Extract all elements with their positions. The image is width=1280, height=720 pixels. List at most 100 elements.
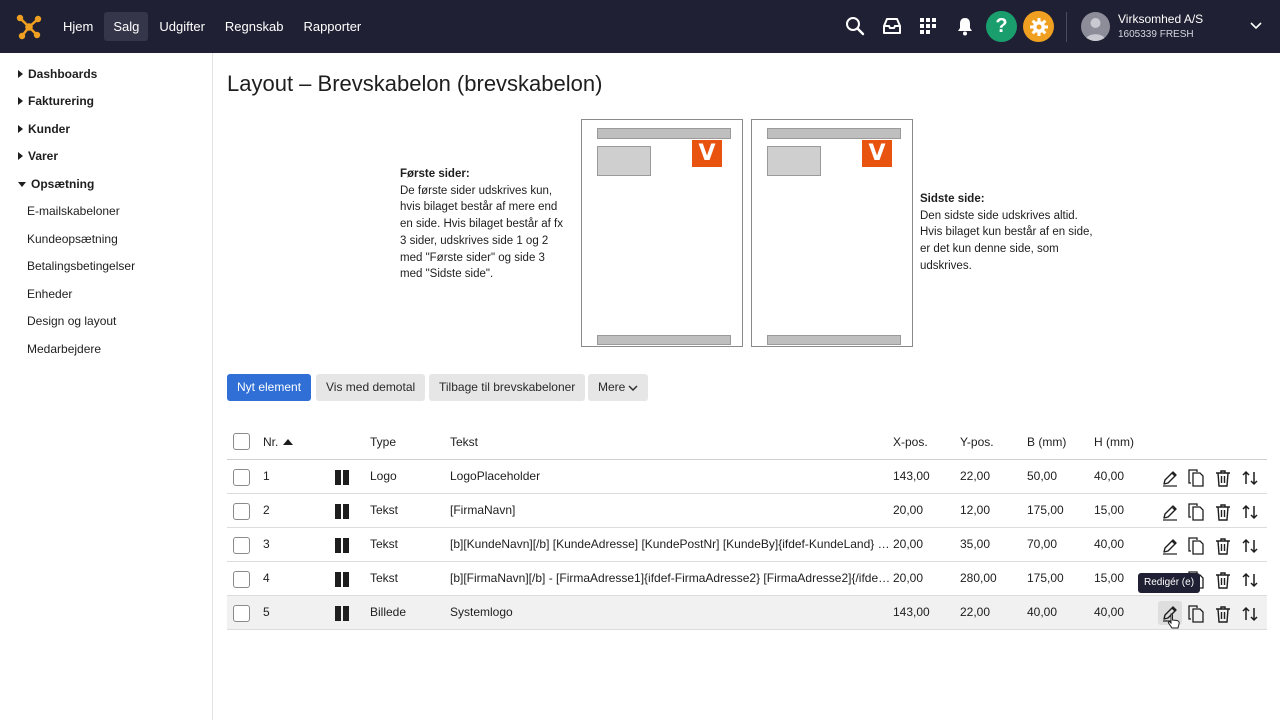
cell-height: 15,00 [1094, 503, 1125, 517]
copy-icon[interactable] [1186, 468, 1206, 488]
company-name[interactable]: Virksomhed A/S [1118, 12, 1203, 26]
move-icon[interactable] [1240, 468, 1260, 488]
preview-address-block [597, 146, 651, 176]
cell-nr: 1 [263, 469, 270, 483]
inbox-icon[interactable] [878, 12, 906, 40]
sidebar-group-varer[interactable]: Varer [18, 149, 58, 163]
copy-icon[interactable] [1186, 536, 1206, 556]
nav-hjem[interactable]: Hjem [54, 12, 102, 41]
sidebar-group-opsaetning[interactable]: Opsætning [18, 177, 94, 191]
trash-icon[interactable] [1213, 570, 1233, 590]
move-icon[interactable] [1240, 570, 1260, 590]
bell-icon[interactable] [951, 12, 979, 40]
sidebar-item-medarbejdere[interactable]: Medarbejdere [27, 342, 101, 356]
topbar-divider [1066, 12, 1067, 42]
back-to-templates-button[interactable]: Tilbage til brevskabeloner [429, 374, 586, 401]
pencil-icon[interactable] [1160, 536, 1180, 556]
column-nr[interactable]: Nr. [263, 435, 294, 449]
show-demo-button[interactable]: Vis med demotal [316, 374, 426, 401]
table-row[interactable]: 5 Billede Systemlogo 143,00 22,00 40,00 … [227, 596, 1267, 630]
sidebar-group-label: Dashboards [28, 67, 98, 81]
preview-footer-block [597, 335, 731, 345]
sidebar-group-dashboards[interactable]: Dashboards [18, 67, 97, 81]
nav-salg[interactable]: Salg [104, 12, 149, 41]
table-header: Nr. Type Tekst X-pos. Y-pos. B (mm) H (m… [227, 425, 1267, 460]
cell-y-pos: 22,00 [960, 469, 991, 483]
table-row[interactable]: 1 Logo LogoPlaceholder 143,00 22,00 50,0… [227, 460, 1267, 494]
column-x-pos[interactable]: X-pos. [893, 435, 928, 449]
pencil-icon[interactable] [1160, 468, 1180, 488]
cell-nr: 2 [263, 503, 270, 517]
search-icon[interactable] [841, 12, 869, 40]
cell-type: Tekst [370, 537, 399, 551]
last-page-title: Sidste side: [920, 193, 985, 205]
caret-right-icon [18, 125, 23, 133]
nav-rapporter[interactable]: Rapporter [294, 12, 370, 41]
nav-regnskab[interactable]: Regnskab [216, 12, 293, 41]
sidebar-item-enheder[interactable]: Enheder [27, 287, 72, 301]
nav-udgifter[interactable]: Udgifter [150, 12, 214, 41]
cell-text: [FirmaNavn] [450, 503, 516, 517]
row-checkbox[interactable] [233, 605, 250, 622]
move-icon[interactable] [1240, 536, 1260, 556]
trash-icon[interactable] [1213, 536, 1233, 556]
column-height[interactable]: H (mm) [1094, 435, 1134, 449]
avatar[interactable] [1081, 12, 1110, 41]
column-y-pos[interactable]: Y-pos. [960, 435, 994, 449]
cell-y-pos: 22,00 [960, 605, 991, 619]
drag-handle-icon[interactable] [335, 572, 351, 587]
more-button[interactable]: Mere [588, 374, 649, 401]
row-checkbox[interactable] [233, 537, 250, 554]
drag-handle-icon[interactable] [335, 470, 351, 485]
copy-icon[interactable] [1186, 604, 1206, 624]
row-checkbox[interactable] [233, 571, 250, 588]
sidebar-item-kundeopsaetning[interactable]: Kundeopsætning [27, 232, 118, 246]
cell-type: Tekst [370, 503, 399, 517]
column-text[interactable]: Tekst [450, 435, 478, 449]
preview-address-block [767, 146, 821, 176]
cell-text: LogoPlaceholder [450, 469, 541, 483]
move-icon[interactable] [1240, 502, 1260, 522]
column-nr-label: Nr. [263, 435, 279, 449]
pencil-icon[interactable] [1160, 502, 1180, 522]
sidebar-group-label: Kunder [28, 122, 70, 136]
cell-width: 175,00 [1027, 571, 1064, 585]
sidebar-item-e-mailskabeloner[interactable]: E-mailskabeloner [27, 204, 120, 218]
help-button[interactable]: ? [986, 11, 1017, 42]
cell-nr: 3 [263, 537, 270, 551]
first-pages-preview[interactable]: V [581, 119, 743, 347]
row-checkbox[interactable] [233, 469, 250, 486]
app-logo-icon[interactable] [16, 14, 42, 40]
sidebar-group-fakturering[interactable]: Fakturering [18, 94, 94, 108]
gear-icon [1029, 17, 1048, 36]
sidebar-item-design-og-layout[interactable]: Design og layout [27, 314, 116, 328]
first-pages-text: De første sider udskrives kun, hvis bila… [400, 184, 563, 281]
main-nav: Hjem Salg Udgifter Regnskab Rapporter [54, 12, 370, 41]
select-all-checkbox[interactable] [233, 433, 250, 450]
table-row[interactable]: 2 Tekst [FirmaNavn] 20,00 12,00 175,00 1… [227, 494, 1267, 528]
move-icon[interactable] [1240, 604, 1260, 624]
sidebar-group-kunder[interactable]: Kunder [18, 122, 70, 136]
trash-icon[interactable] [1213, 604, 1233, 624]
sidebar-item-betalingsbetingelser[interactable]: Betalingsbetingelser [27, 259, 135, 273]
new-element-button[interactable]: Nyt element [227, 374, 312, 401]
copy-icon[interactable] [1186, 502, 1206, 522]
trash-icon[interactable] [1213, 468, 1233, 488]
drag-handle-icon[interactable] [335, 606, 351, 621]
drag-handle-icon[interactable] [335, 538, 351, 553]
table-row[interactable]: 3 Tekst [b][KundeNavn][/b] [KundeAdresse… [227, 528, 1267, 562]
trash-icon[interactable] [1213, 502, 1233, 522]
settings-button[interactable] [1023, 11, 1054, 42]
chevron-down-icon[interactable] [1249, 18, 1263, 35]
apps-grid-icon[interactable] [914, 12, 942, 40]
last-page-preview[interactable]: V [751, 119, 913, 347]
column-type[interactable]: Type [370, 435, 396, 449]
help-icon: ? [995, 15, 1008, 37]
column-width[interactable]: B (mm) [1027, 435, 1066, 449]
cell-type: Billede [370, 605, 407, 619]
row-checkbox[interactable] [233, 503, 250, 520]
cell-text: Systemlogo [450, 605, 513, 619]
chevron-down-icon [628, 385, 638, 391]
drag-handle-icon[interactable] [335, 504, 351, 519]
table-row[interactable]: 4 Tekst [b][FirmaNavn][/b] - [FirmaAdres… [227, 562, 1267, 596]
